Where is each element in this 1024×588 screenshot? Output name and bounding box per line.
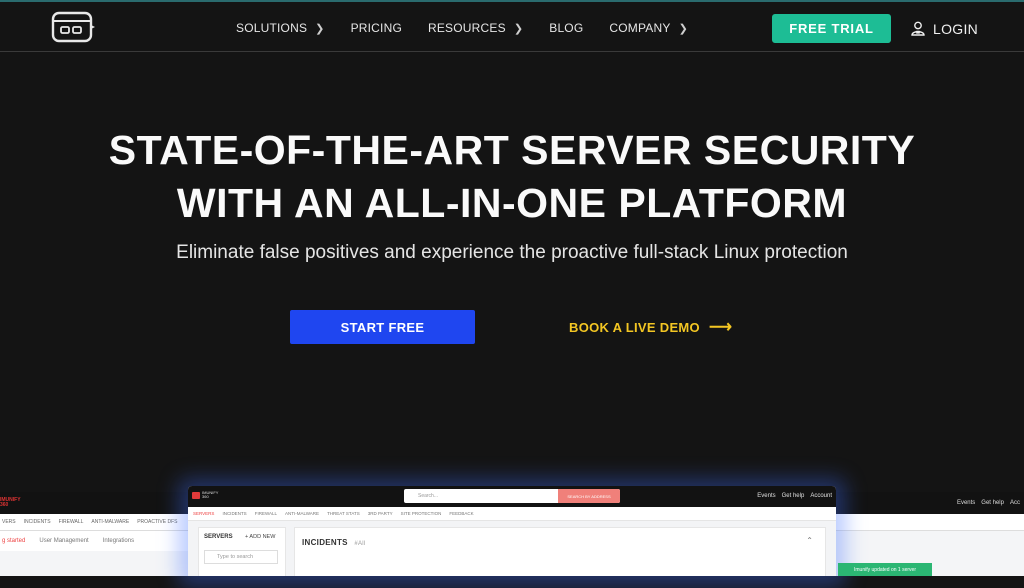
preview-link: Events xyxy=(757,493,776,499)
preview-logo: IMUNIFY 360 xyxy=(0,497,21,508)
start-free-button[interactable]: START FREE xyxy=(290,310,475,344)
preview-toast: Imunify updated on 1 server xyxy=(838,563,932,576)
preview-servers-heading: SERVERS xyxy=(204,534,233,540)
arrow-right-icon: ⟶ xyxy=(708,319,733,336)
hero-title: STATE-OF-THE-ART SERVER SECURITY WITH AN… xyxy=(0,124,1024,230)
preview-add-new: + ADD NEW xyxy=(245,534,276,540)
preview-tab: INCIDENTS xyxy=(23,519,51,525)
preview-tab: SITE PROTECTION xyxy=(400,511,442,516)
nav-label: PRICING xyxy=(350,21,402,35)
preview-tab: FEEDBACK xyxy=(449,511,474,516)
nav-item-solutions[interactable]: SOLUTIONS ❯ xyxy=(236,21,325,35)
preview-link: Get help xyxy=(781,493,805,499)
preview-main-links: Events Get help Account xyxy=(751,493,832,499)
preview-server-search: Type to search xyxy=(204,550,278,564)
nav-label: COMPANY xyxy=(609,21,671,35)
user-icon xyxy=(911,21,925,36)
preview-incidents-filter: #All xyxy=(354,541,366,547)
nav-label: BLOG xyxy=(549,21,584,35)
top-navigation-bar: SOLUTIONS ❯ PRICING RESOURCES ❯ BLOG COM… xyxy=(0,0,1024,52)
preview-tab: VERS xyxy=(2,519,16,525)
hero-subtitle: Eliminate false positives and experience… xyxy=(176,242,848,263)
preview-tab: FIREWALL xyxy=(58,519,84,525)
book-demo-label: BOOK A LIVE DEMO xyxy=(569,319,700,335)
preview-main-logo: IMUNIFY 360 xyxy=(192,491,222,501)
preview-link: Acc xyxy=(1009,500,1020,506)
preview-servers-panel: SERVERS + ADD NEW Type to search xyxy=(198,527,286,576)
preview-tabs: VERS INCIDENTS FIREWALL ANTI-MALWARE PRO… xyxy=(0,514,200,531)
nav-item-pricing[interactable]: PRICING xyxy=(351,21,402,35)
preview-subtab: g started xyxy=(2,538,26,544)
logo-wordmark: IMUNIFY 360 xyxy=(202,490,219,499)
book-demo-link[interactable]: BOOK A LIVE DEMO ⟶ xyxy=(569,310,732,344)
preview-screenshot-main: IMUNIFY 360 Search... SEARCH BY ADDRESS E… xyxy=(188,486,836,576)
preview-topbar: Events Get help Acc xyxy=(830,492,1024,514)
nav-item-resources[interactable]: RESOURCES ❯ xyxy=(428,21,523,35)
preview-screenshot-left: IMUNIFY 360 VERS INCIDENTS FIREWALL ANTI-… xyxy=(0,492,200,576)
preview-tab: ANTI-MALWARE xyxy=(285,511,320,516)
preview-tab: INCIDENTS xyxy=(222,511,247,516)
chevron-right-icon: ❯ xyxy=(678,22,688,35)
chevron-up-icon: ⌃ xyxy=(806,536,813,545)
preview-subtabs: g started User Management Integrations xyxy=(0,531,200,551)
brand-logo-icon[interactable] xyxy=(51,11,95,43)
preview-subtab: Integrations xyxy=(102,538,135,544)
preview-link: Events xyxy=(956,500,976,506)
preview-main-tabs: SERVERS INCIDENTS FIREWALL ANTI-MALWARE … xyxy=(188,507,836,521)
preview-main-topbar: IMUNIFY 360 Search... SEARCH BY ADDRESS E… xyxy=(188,486,836,507)
preview-tab: ANTI-MALWARE xyxy=(91,519,130,525)
nav-label: RESOURCES xyxy=(427,21,506,35)
chevron-right-icon: ❯ xyxy=(315,22,325,35)
preview-subtab: User Management xyxy=(39,538,89,544)
nav-item-company[interactable]: COMPANY ❯ xyxy=(609,21,688,35)
nav-label: SOLUTIONS xyxy=(236,21,308,35)
preview-search-button: SEARCH BY ADDRESS xyxy=(558,489,620,503)
preview-link: Account xyxy=(810,493,832,499)
preview-main-body: SERVERS + ADD NEW Type to search INCIDEN… xyxy=(188,521,836,576)
preview-topbar: IMUNIFY 360 xyxy=(0,492,200,514)
preview-incidents-heading: INCIDENTS #All xyxy=(302,538,366,547)
preview-incidents-title: INCIDENTS xyxy=(302,538,348,547)
main-nav: SOLUTIONS ❯ PRICING RESOURCES ❯ BLOG COM… xyxy=(236,2,714,54)
preview-link: Get help xyxy=(981,500,1004,506)
preview-links: Events Get help Acc xyxy=(951,500,1020,506)
login-label: LOGIN xyxy=(933,20,979,37)
login-link[interactable]: LOGIN xyxy=(911,14,978,43)
preview-tabs xyxy=(830,514,1024,531)
preview-tab: 3RD PARTY xyxy=(367,511,393,516)
hero-title-line-1: STATE-OF-THE-ART SERVER SECURITY xyxy=(108,127,916,173)
preview-incidents-panel: INCIDENTS #All ⌃ xyxy=(294,527,826,576)
logo-mark-icon xyxy=(192,492,200,499)
hero-title-line-2: WITH AN ALL-IN-ONE PLATFORM xyxy=(176,180,848,226)
preview-tab: FIREWALL xyxy=(254,511,278,516)
free-trial-button[interactable]: FREE TRIAL xyxy=(772,14,891,43)
nav-item-blog[interactable]: BLOG xyxy=(549,21,583,35)
preview-tab: SERVERS xyxy=(193,511,215,516)
chevron-right-icon: ❯ xyxy=(513,22,524,35)
preview-tab: THREAT STATS xyxy=(327,511,360,516)
preview-tab: PROACTIVE DFS xyxy=(137,519,178,525)
